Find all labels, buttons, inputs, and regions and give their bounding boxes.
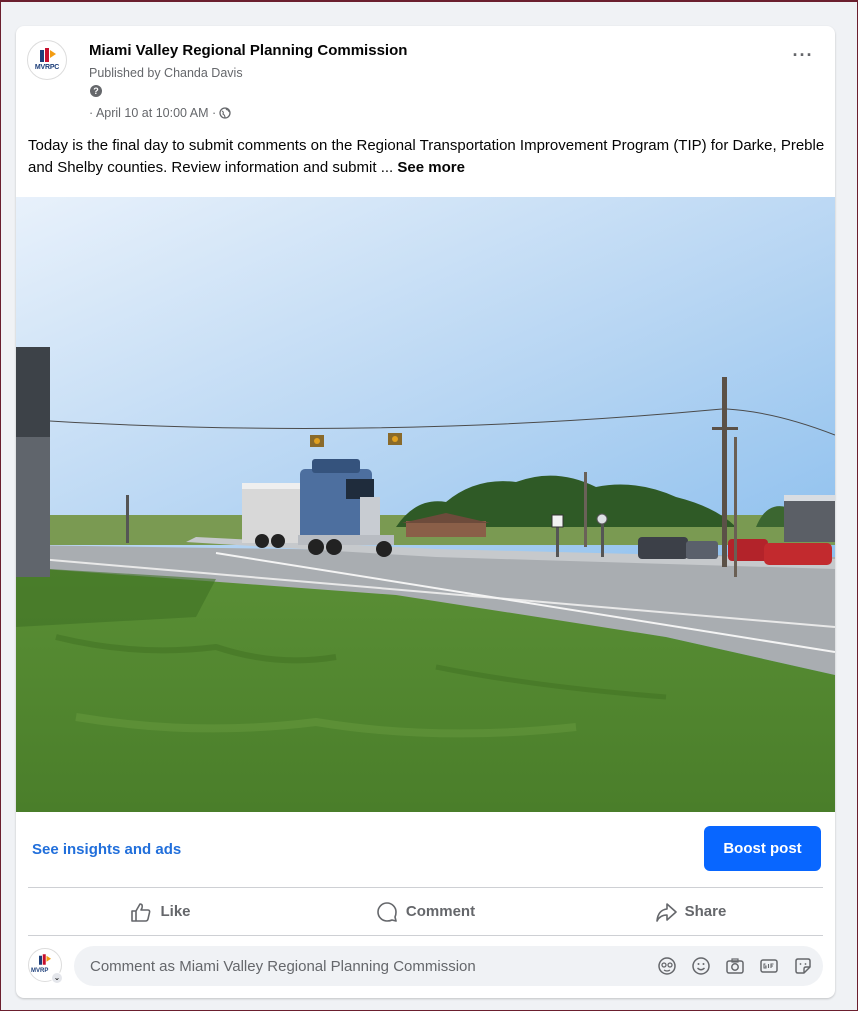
post-message: Today is the final day to submit comment… (28, 135, 828, 179)
sticker-icon[interactable] (793, 956, 813, 976)
emoji-icon[interactable] (691, 956, 711, 976)
comment-bubble-icon (377, 901, 397, 922)
mvrpc-logo-icon (39, 954, 51, 965)
avatar-text: MVRPC (34, 64, 60, 71)
share-button[interactable]: Share (558, 888, 823, 935)
thumbs-up-icon (131, 902, 151, 922)
timestamp-text[interactable]: · April 10 at 10:00 AM · (89, 106, 216, 120)
avatar-text: MVRP (31, 968, 49, 974)
post-timestamp: · April 10 at 10:00 AM · (89, 106, 231, 120)
published-by[interactable]: Published by Chanda Davis (89, 66, 243, 80)
post-actions: Like Comment Share (28, 888, 823, 935)
post-photo[interactable] (16, 197, 835, 812)
boost-post-button[interactable]: Boost post (704, 826, 821, 871)
share-label: Share (684, 903, 727, 920)
see-insights-link[interactable]: See insights and ads (32, 841, 181, 858)
help-icon[interactable]: ? (90, 85, 102, 97)
comment-composer (74, 946, 823, 986)
share-arrow-icon (655, 902, 677, 922)
globe-icon[interactable] (219, 107, 231, 119)
comment-label: Comment (405, 903, 476, 920)
see-more-link[interactable]: See more (397, 159, 465, 176)
like-label: Like (160, 903, 191, 920)
divider (28, 935, 823, 936)
chevron-down-icon[interactable]: ⌄ (51, 972, 63, 984)
gif-icon[interactable] (759, 956, 779, 976)
camera-icon[interactable] (725, 956, 745, 976)
mvrpc-logo-icon (40, 48, 56, 62)
highway-truck-photo (16, 197, 835, 812)
comment-button[interactable]: Comment (293, 888, 558, 935)
comment-tools (657, 956, 813, 976)
post-card: MVRPC Miami Valley Regional Planning Com… (16, 26, 835, 998)
like-button[interactable]: Like (28, 888, 293, 935)
page-avatar[interactable]: MVRPC (27, 40, 67, 80)
avatar-sticker-icon[interactable] (657, 956, 677, 976)
comment-input[interactable] (90, 946, 630, 986)
more-options-button[interactable]: ··· (789, 46, 817, 70)
page-name-link[interactable]: Miami Valley Regional Planning Commissio… (89, 42, 407, 59)
